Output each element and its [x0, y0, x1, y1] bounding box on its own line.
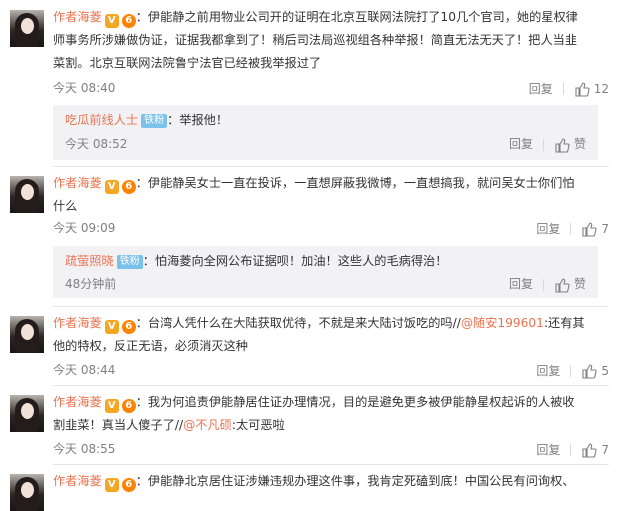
comment-username[interactable]: 作者海菱: [53, 316, 102, 330]
thumb-up-icon[interactable]: [574, 81, 590, 97]
comment-text: 他的特权，反正无语，必须消灭这种: [53, 339, 248, 353]
reply-username[interactable]: 吃瓜前线人士: [65, 113, 138, 127]
thumb-up-icon[interactable]: [554, 277, 570, 293]
divider: [562, 82, 564, 95]
mention-link[interactable]: @随安199601: [461, 316, 544, 330]
divider: [53, 385, 609, 386]
like-count[interactable]: 7: [601, 441, 609, 459]
fan-badge: 铁粉: [141, 114, 168, 128]
comment-meta: 今天 08:40 回复 12: [53, 79, 609, 97]
thumb-up-icon[interactable]: [554, 137, 570, 153]
comment-body: 作者海菱 V 6 ：伊能静北京居住证涉嫌违规办理这件事，我肯定死磕到底！中国公民有问询…: [53, 470, 609, 493]
reply-body: 吃瓜前线人士 铁粉 ：举报他！: [65, 109, 228, 131]
comment-text: ：伊能静吴女士一直在投诉，一直想屏蔽我微博，一直想搞我，就问吴女士你们怕: [135, 176, 575, 190]
divider: [53, 306, 609, 307]
comment-text: ：我为何追责伊能静居住证办理情况，目的是避免更多被伊能静星权起诉的人被收: [135, 395, 575, 409]
fan-badge: 铁粉: [116, 255, 143, 269]
reply-meta: 今天 08:52 回复 赞: [65, 135, 586, 153]
reply-button[interactable]: 回复: [509, 137, 533, 151]
divider: [570, 222, 572, 235]
comment-text: 什么: [53, 199, 78, 213]
comment-text: 菜割。北京互联网法院鲁宁法官已经被我举报过了: [53, 56, 322, 70]
reply-box: 吃瓜前线人士 铁粉 ：举报他！ 今天 08:52 回复 赞: [53, 105, 598, 160]
comment-text: ：伊能静北京居住证涉嫌违规办理这件事，我肯定死磕到底！中国公民有问询权、: [135, 474, 575, 488]
divider: [542, 278, 544, 291]
reply-button[interactable]: 回复: [536, 441, 560, 459]
vip-v-icon: V: [104, 180, 119, 194]
avatar[interactable]: [10, 176, 44, 213]
avatar[interactable]: [10, 395, 44, 432]
divider: [53, 166, 609, 167]
like-count[interactable]: 12: [594, 80, 609, 98]
level-badge-icon: 6: [121, 320, 136, 334]
level-badge-icon: 6: [121, 399, 136, 413]
vip-v-icon: V: [104, 399, 119, 413]
like-count[interactable]: 7: [601, 220, 609, 238]
comment-body: 作者海菱 V 6 ：伊能静吴女士一直在投诉，一直想屏蔽我微博，一直想搞我，就问吴女士你…: [53, 172, 609, 218]
divider: [542, 138, 544, 151]
comment-text: :太可恶啦: [231, 418, 285, 432]
reply-body: 疏萤照晓 铁粉 ：怕海菱向全网公布证据呗！加油！这些人的毛病得治！: [65, 250, 447, 272]
reply-button[interactable]: 回复: [529, 80, 553, 98]
comment-body: 作者海菱 V 6 ：台湾人凭什么在大陆获取优待，不就是来大陆讨饭吃的吗//@随安199…: [53, 312, 609, 358]
vip-v-icon: V: [104, 14, 119, 28]
comment-text: ：伊能静之前用物业公司开的证明在北京互联网法院打了10几个官司，她的星权律: [135, 10, 578, 24]
like-button[interactable]: 赞: [574, 277, 586, 291]
reply-button[interactable]: 回复: [536, 362, 560, 380]
thumb-up-icon[interactable]: [581, 221, 597, 237]
reply-text: ：举报他！: [167, 113, 229, 127]
avatar[interactable]: [10, 10, 44, 47]
vip-v-icon: V: [104, 320, 119, 334]
reply-meta: 48分钟前 回复 赞: [65, 275, 586, 293]
reply-time: 48分钟前: [65, 277, 117, 291]
level-badge-icon: 6: [121, 14, 136, 28]
comment-body: 作者海菱 V 6 ：伊能静之前用物业公司开的证明在北京互联网法院打了10几个官司，她的…: [53, 6, 609, 75]
comment-username[interactable]: 作者海菱: [53, 395, 102, 409]
reply-text: ：怕海菱向全网公布证据呗！加油！这些人的毛病得治！: [142, 254, 448, 268]
comment-time: 今天 08:55: [53, 442, 116, 456]
comment-meta: 今天 09:09 回复 7: [53, 219, 609, 237]
comment-text: :还有其: [543, 316, 585, 330]
comment-meta: 今天 08:55 回复 7: [53, 440, 609, 458]
comment-time: 今天 08:40: [53, 81, 116, 95]
comment-text: 割韭菜！真当人傻子了//: [53, 418, 184, 432]
level-badge-icon: 6: [121, 478, 136, 492]
reply-box: 疏萤照晓 铁粉 ：怕海菱向全网公布证据呗！加油！这些人的毛病得治！ 48分钟前 回复…: [53, 246, 598, 298]
mention-link[interactable]: @不凡硕: [183, 418, 232, 432]
reply-button[interactable]: 回复: [536, 220, 560, 238]
comment-username[interactable]: 作者海菱: [53, 176, 102, 190]
divider: [570, 364, 572, 377]
thumb-up-icon[interactable]: [581, 442, 597, 458]
level-badge-icon: 6: [121, 180, 136, 194]
comment-body: 作者海菱 V 6 ：我为何追责伊能静居住证办理情况，目的是避免更多被伊能静星权起诉的人…: [53, 391, 609, 437]
reply-time: 今天 08:52: [65, 137, 128, 151]
like-button[interactable]: 赞: [574, 137, 586, 151]
comment-meta: 今天 08:44 回复 5: [53, 361, 609, 379]
avatar[interactable]: [10, 316, 44, 353]
comment-username[interactable]: 作者海菱: [53, 474, 102, 488]
comment-time: 今天 08:44: [53, 363, 116, 377]
comment-text: ：台湾人凭什么在大陆获取优待，不就是来大陆讨饭吃的吗//: [135, 316, 461, 330]
comment-text: 师事务所涉嫌做伪证，证据我都拿到了！稍后司法局巡视组各种举报！简直无法无天了！把…: [53, 33, 578, 47]
reply-username[interactable]: 疏萤照晓: [65, 254, 114, 268]
vip-v-icon: V: [104, 478, 119, 492]
comment-username[interactable]: 作者海菱: [53, 10, 102, 24]
like-count[interactable]: 5: [601, 362, 609, 380]
divider: [570, 443, 572, 456]
comment-time: 今天 09:09: [53, 221, 116, 235]
reply-button[interactable]: 回复: [509, 277, 533, 291]
divider: [53, 464, 609, 465]
thumb-up-icon[interactable]: [581, 363, 597, 379]
